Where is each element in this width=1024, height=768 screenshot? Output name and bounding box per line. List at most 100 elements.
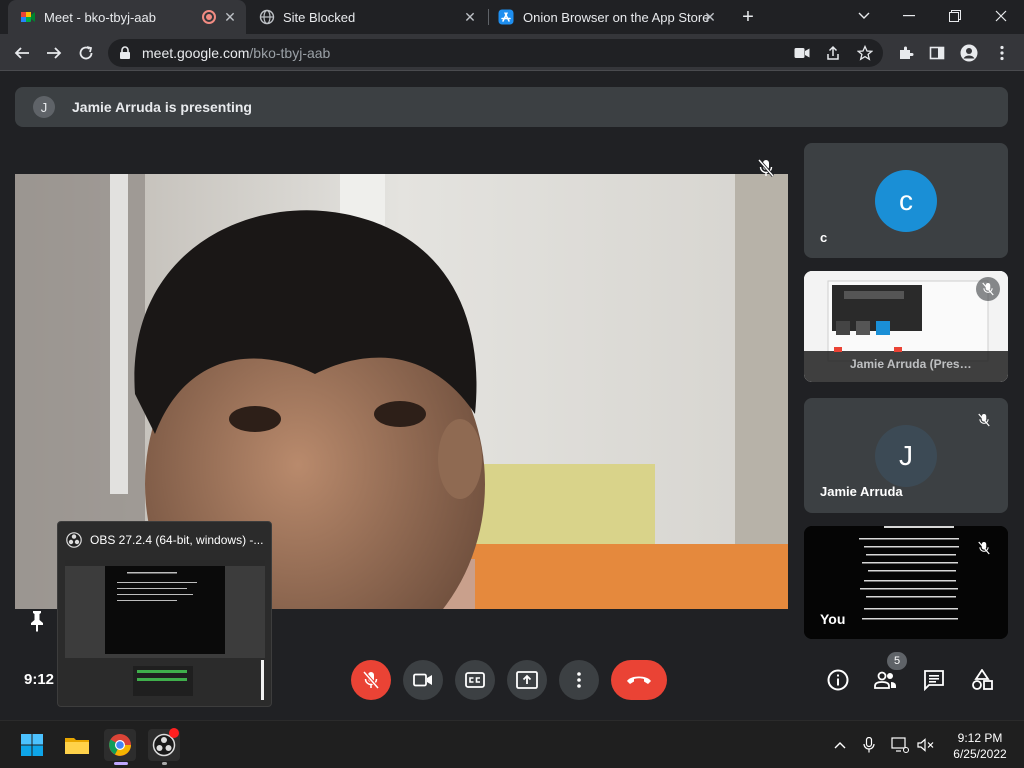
- obs-taskbar-preview[interactable]: OBS 27.2.4 (64-bit, windows) -...: [57, 521, 272, 707]
- main-mic-off-icon: [752, 154, 780, 182]
- presenting-text: Jamie Arruda is presenting: [72, 99, 252, 115]
- recording-icon: [202, 10, 216, 24]
- chevron-down-icon: [858, 12, 870, 19]
- system-clock[interactable]: 9:12 PM 6/25/2022: [948, 730, 1012, 762]
- notification-dot: [169, 728, 179, 738]
- microphone-toggle-button[interactable]: [351, 660, 391, 700]
- tab-search-button[interactable]: [841, 0, 887, 32]
- participant-name: Jamie Arruda: [820, 484, 903, 499]
- tile-mic-off-icon: [972, 408, 996, 432]
- participant-name: c: [820, 230, 828, 245]
- lock-icon: [120, 46, 130, 59]
- tab-site-blocked[interactable]: Site Blocked ✕: [250, 0, 486, 34]
- windows-logo-icon: [21, 734, 43, 756]
- presenter-avatar: J: [33, 96, 55, 118]
- side-panel-button[interactable]: [926, 42, 948, 64]
- restore-icon: [949, 10, 961, 22]
- share-icon[interactable]: [825, 45, 841, 61]
- obs-window-thumbnail: [65, 560, 265, 700]
- tab-title: Site Blocked: [283, 9, 356, 25]
- side-panel-icon: [929, 46, 945, 60]
- start-button[interactable]: [16, 729, 48, 761]
- volume-mute-icon: [917, 738, 934, 752]
- close-window-button[interactable]: [978, 0, 1024, 32]
- file-explorer-button[interactable]: [61, 729, 93, 761]
- chrome-taskbar-button[interactable]: [104, 729, 136, 765]
- present-now-button[interactable]: [507, 660, 547, 700]
- more-options-button[interactable]: [559, 660, 599, 700]
- folder-icon: [65, 738, 89, 754]
- people-icon: [874, 671, 896, 689]
- minimize-button[interactable]: [886, 0, 932, 32]
- google-meet-icon: [21, 12, 35, 22]
- obs-icon: [66, 532, 82, 548]
- more-vert-icon: [577, 672, 581, 688]
- tab-title: Meet - bko-tbyj-aab: [44, 9, 156, 25]
- url-host: meet.google.com: [142, 45, 250, 61]
- star-icon[interactable]: [857, 45, 873, 61]
- closed-caption-icon: [465, 672, 485, 688]
- restore-button[interactable]: [932, 0, 978, 32]
- profile-button[interactable]: [958, 42, 980, 64]
- active-app-indicator: [114, 762, 128, 765]
- microphone-tray-button[interactable]: [856, 729, 882, 761]
- profile-icon: [960, 44, 978, 62]
- system-date: 6/25/2022: [953, 747, 1007, 761]
- show-hidden-icons-button[interactable]: [826, 729, 854, 761]
- obs-preview-title: OBS 27.2.4 (64-bit, windows) -...: [66, 532, 263, 548]
- puzzle-icon: [900, 46, 914, 59]
- back-button[interactable]: [11, 42, 33, 64]
- leave-call-button[interactable]: [611, 660, 667, 700]
- tab-title: Onion Browser on the App Store: [523, 9, 710, 25]
- participant-avatar: J: [875, 425, 937, 487]
- participant-tile-jamie[interactable]: J Jamie Arruda: [804, 398, 1008, 513]
- videocam-icon: [413, 673, 432, 687]
- menu-button[interactable]: [991, 42, 1013, 64]
- arrow-right-icon: [47, 47, 62, 59]
- reload-button[interactable]: [75, 42, 97, 64]
- participant-name: You: [820, 611, 846, 627]
- close-tab-icon[interactable]: ✕: [702, 9, 718, 25]
- meeting-details-button[interactable]: [825, 667, 851, 693]
- forward-button[interactable]: [43, 42, 65, 64]
- close-tab-icon[interactable]: ✕: [222, 9, 238, 25]
- globe-icon: [259, 9, 275, 25]
- address-bar[interactable]: meet.google.com/bko-tbyj-aab: [108, 39, 883, 67]
- tab-meet[interactable]: Meet - bko-tbyj-aab ✕: [8, 0, 246, 34]
- chat-icon: [924, 670, 944, 691]
- network-tray-button[interactable]: [886, 729, 914, 761]
- call-end-icon: [627, 676, 651, 684]
- arrow-left-icon: [14, 47, 29, 59]
- participant-tile-presentation[interactable]: Jamie Arruda (Pres…: [804, 271, 1008, 382]
- camera-icon[interactable]: [794, 47, 810, 59]
- chat-button[interactable]: [921, 667, 947, 693]
- activities-button[interactable]: [969, 667, 995, 693]
- tile-mic-off-icon: [976, 277, 1000, 301]
- tab-separator: [488, 9, 489, 25]
- present-screen-icon: [516, 671, 538, 689]
- microphone-icon: [863, 737, 875, 753]
- info-icon: [827, 669, 849, 691]
- extensions-button[interactable]: [895, 42, 917, 64]
- app-store-icon: [498, 9, 514, 25]
- new-tab-button[interactable]: +: [737, 6, 759, 28]
- participant-tile-you[interactable]: You: [804, 526, 1008, 639]
- tab-onion-browser[interactable]: Onion Browser on the App Store ✕: [490, 0, 726, 34]
- volume-tray-button[interactable]: [913, 729, 939, 761]
- participant-tile-c[interactable]: c c: [804, 143, 1008, 258]
- captions-button[interactable]: [455, 660, 495, 700]
- chevron-up-icon: [834, 742, 846, 749]
- camera-toggle-button[interactable]: [403, 660, 443, 700]
- pin-icon[interactable]: [28, 610, 46, 632]
- browser-tab-strip: Meet - bko-tbyj-aab ✕ Site Blocked ✕ Oni…: [0, 0, 1024, 34]
- windows-taskbar: 9:12 PM 6/25/2022: [0, 720, 1024, 768]
- url-path: /bko-tbyj-aab: [249, 45, 331, 61]
- obs-taskbar-button[interactable]: [148, 728, 180, 765]
- network-icon: [891, 737, 909, 753]
- more-vert-icon: [1000, 45, 1004, 61]
- close-tab-icon[interactable]: ✕: [462, 9, 478, 25]
- participants-button[interactable]: [872, 667, 898, 693]
- participant-name: Jamie Arruda (Pres…: [850, 357, 972, 371]
- close-icon: [995, 10, 1007, 22]
- tile-mic-off-icon: [972, 536, 996, 560]
